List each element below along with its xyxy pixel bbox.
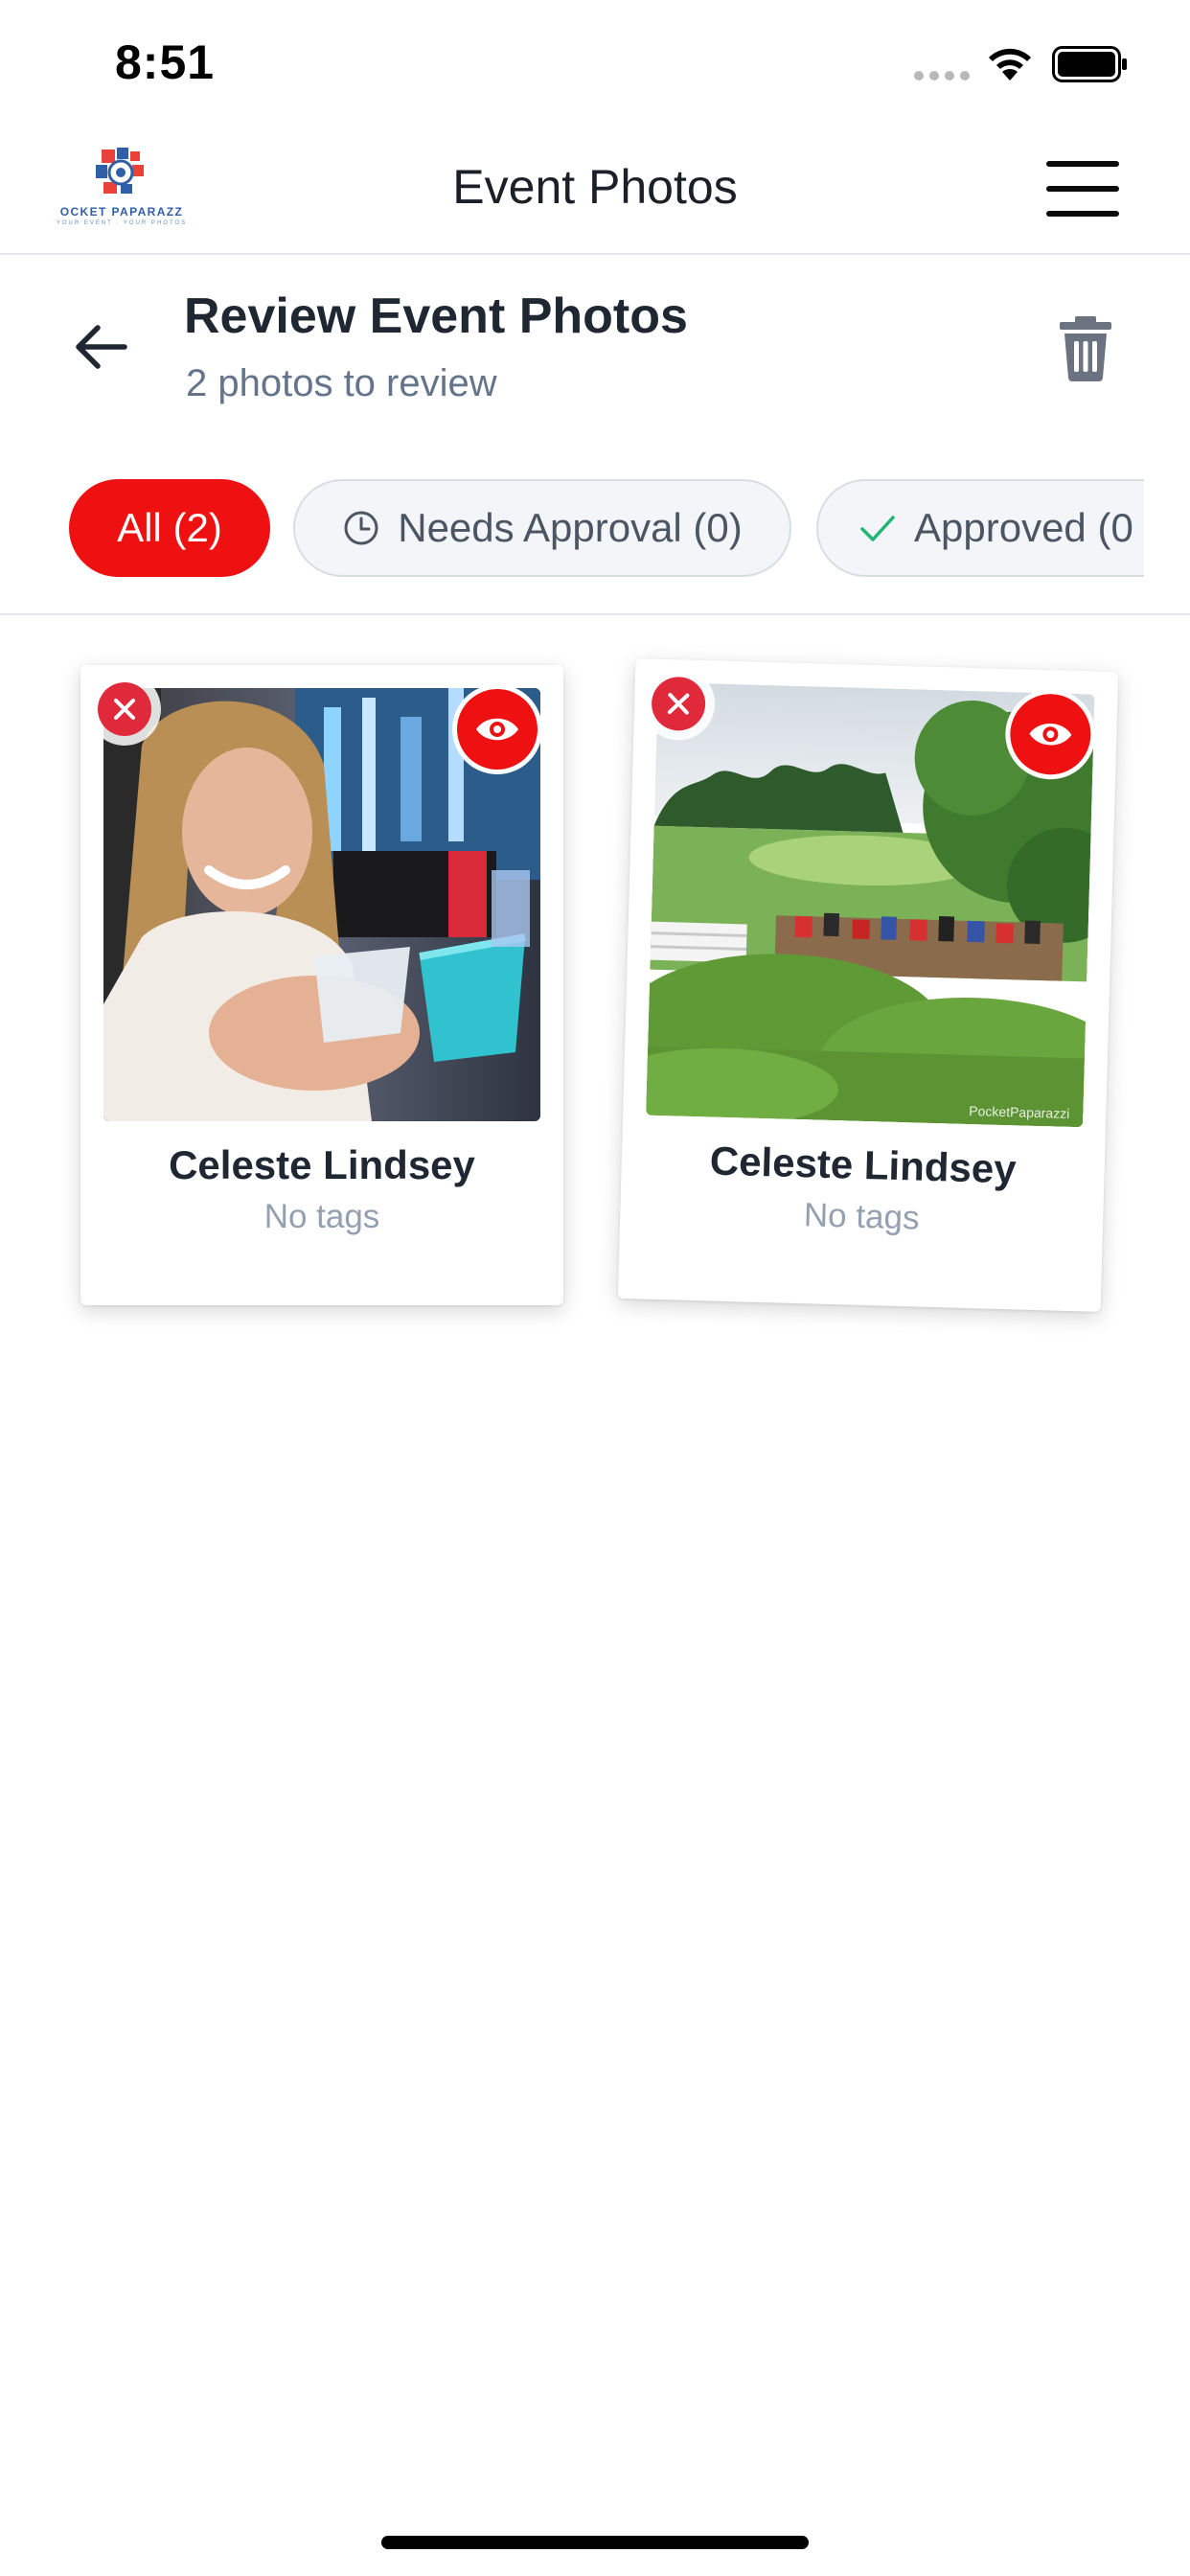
status-time: 8:51 [115,35,216,89]
photo-card[interactable]: Celeste Lindsey No tags [80,665,563,1305]
photo-tags: No tags [803,1196,921,1237]
back-arrow-icon[interactable] [71,316,132,378]
photo-tags: No tags [263,1198,380,1235]
brand-tagline: YOUR EVENT · YOUR PHOTOS [56,220,188,226]
photo-watermark: PocketPaparazzi [969,1102,1070,1121]
app-header: OCKET PAPARAZZ YOUR EVENT · YOUR PHOTOS … [0,125,1190,255]
eye-icon [1029,723,1072,746]
filter-tabs: All (2) Needs Approval (0) Approved (0 [69,477,1144,583]
check-icon [860,516,895,541]
photo-uploader-name: Celeste Lindsey [709,1138,1018,1192]
view-photo-button[interactable] [452,684,542,774]
close-icon [667,693,690,715]
header-title: Event Photos [452,160,738,214]
battery-icon [1052,46,1127,82]
close-icon [114,699,135,720]
eye-icon [476,718,518,741]
clock-icon [344,511,378,545]
home-indicator[interactable] [381,2536,809,2549]
photo-uploader-name: Celeste Lindsey [169,1142,475,1187]
wifi-icon [989,48,1031,80]
filter-needs-approval-chip[interactable]: Needs Approval (0) [293,479,791,577]
trash-icon[interactable] [1058,314,1113,381]
filter-approved-label: Approved (0 [914,505,1133,550]
filter-all-chip[interactable]: All (2) [69,479,270,577]
page-subtitle: 2 photos to review [186,362,497,404]
cellular-signal-icon [914,71,970,80]
status-bar: 8:51 [0,0,1190,125]
filter-needs-approval-label: Needs Approval (0) [398,505,743,550]
page-title: Review Event Photos [184,288,688,344]
remove-photo-button[interactable] [88,673,161,746]
hamburger-menu-icon[interactable] [1046,161,1119,217]
photo-card[interactable]: PocketPaparazzi Celeste Lindsey No tags [617,658,1119,1312]
divider [0,613,1190,615]
filter-approved-chip[interactable]: Approved (0 [816,479,1144,577]
filter-all-label: All (2) [117,505,222,550]
